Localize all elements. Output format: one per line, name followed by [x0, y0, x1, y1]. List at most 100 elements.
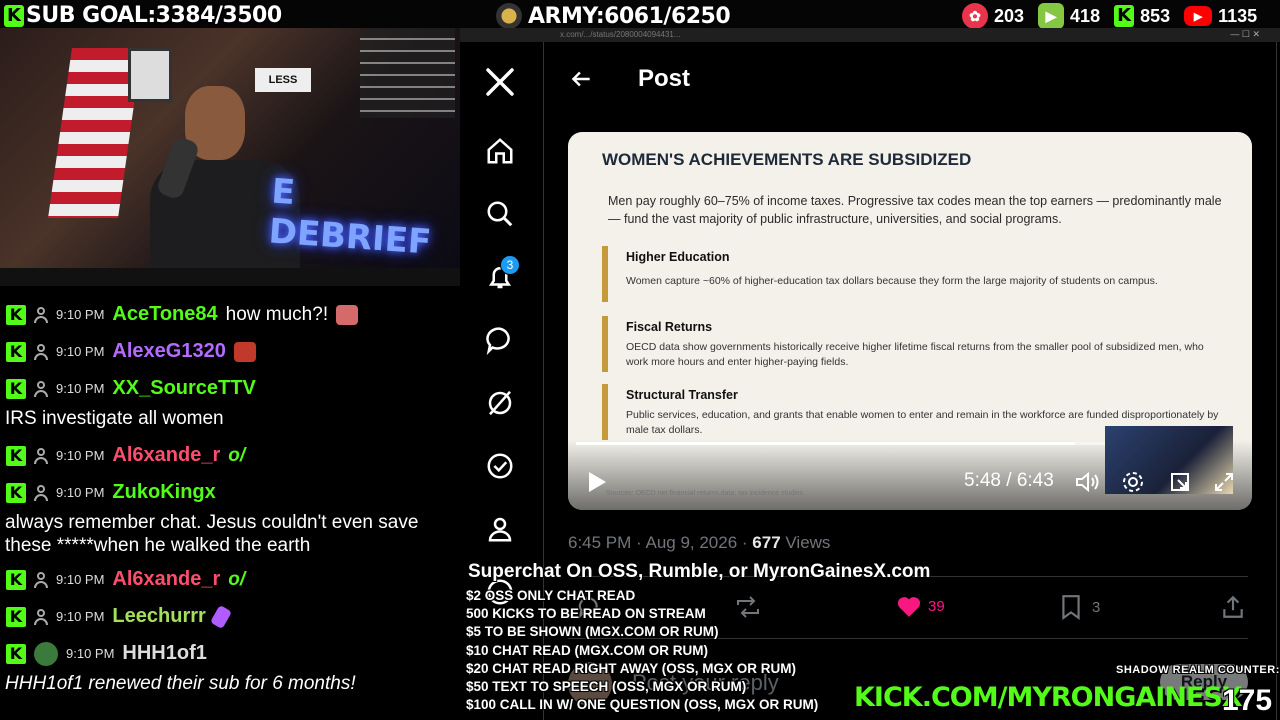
url-text: x.com/.../status/2080004094431...	[560, 30, 681, 39]
shadow-realm-counter: 175	[1222, 684, 1273, 717]
post-metadata: 6:45 PM · Aug 9, 2026 · 677 Views	[568, 533, 830, 553]
stat-value: 853	[1140, 5, 1171, 26]
shadow-realm-label: SHADOW REALM COUNTER:	[1116, 664, 1280, 676]
chat-username[interactable]: AlexeG1320	[112, 340, 225, 363]
chat-text: always remember chat. Jesus couldn't eve…	[5, 512, 419, 556]
chat-message: K 9:10 PM HHH1of1	[0, 635, 460, 672]
kick-icon: K	[6, 643, 26, 664]
view-count: 677	[752, 533, 781, 552]
chat-time: 9:10 PM	[56, 307, 105, 322]
section-heading: Higher Education	[626, 250, 730, 264]
notifications-icon[interactable]: 3	[480, 255, 520, 297]
bookmark-count: 3	[1092, 598, 1101, 616]
chat-panel: K 9:10 PM AceTone84 how much?! K 9:10 PM…	[0, 296, 460, 720]
back-arrow-icon[interactable]	[568, 66, 594, 97]
youtube-icon: ▶	[1184, 6, 1213, 26]
tier-line: 500 KICKS TO BE READ ON STREAM	[466, 606, 706, 622]
like-count: 39	[928, 597, 945, 615]
user-icon	[34, 447, 48, 464]
chat-username[interactable]: ZukoKingx	[112, 481, 215, 504]
webcam-feed: LESS E DEBRIEF	[0, 28, 460, 286]
emote-icon	[233, 341, 256, 362]
army-goal: ARMY:6061/6250	[496, 3, 731, 29]
share-icon[interactable]	[1220, 594, 1246, 625]
fullscreen-icon[interactable]	[1212, 470, 1236, 499]
thin-blue-line-flag	[360, 28, 455, 118]
user-icon	[34, 571, 48, 588]
section-heading: Structural Transfer	[626, 388, 738, 402]
stat-kick: K 853	[1114, 3, 1170, 29]
superchat-headline: Superchat On OSS, Rumble, or MyronGaines…	[468, 561, 931, 582]
chat-time: 9:10 PM	[56, 344, 105, 359]
kick-icon: K	[6, 482, 26, 503]
browser-url-bar[interactable]: x.com/.../status/2080004094431... — ☐ ✕	[460, 28, 1280, 42]
home-icon[interactable]	[480, 131, 520, 171]
chat-username[interactable]: Al6xande_r	[112, 568, 220, 591]
chat-message: K 9:10 PM Leechurrr	[0, 598, 460, 635]
notification-badge: 3	[500, 255, 520, 275]
section-heading: Fiscal Returns	[626, 320, 713, 334]
tier-line: $5 TO BE SHOWN (MGX.COM OR RUM)	[466, 624, 719, 640]
emote-icon	[209, 604, 232, 629]
tier-line: $2 OSS ONLY CHAT READ	[466, 588, 636, 603]
browser-controls-icon[interactable]: — ☐ ✕	[1230, 29, 1260, 40]
play-icon[interactable]	[586, 470, 608, 499]
chat-message: K 9:10 PM ZukoKingx	[0, 474, 460, 511]
chat-text: IRS investigate all women	[5, 408, 224, 429]
army-goal-text: ARMY:6061/6250	[528, 3, 731, 29]
emote-icon	[336, 304, 359, 325]
section-bar	[602, 316, 608, 372]
section-text: OECD data show governments historically …	[626, 341, 1204, 368]
like-button[interactable]: 39	[896, 594, 945, 618]
chat-username[interactable]: XX_SourceTTV	[112, 377, 255, 400]
kick-icon: K	[6, 606, 26, 627]
user-icon	[34, 343, 48, 360]
kick-icon: K	[6, 569, 26, 590]
chat-time: 9:10 PM	[56, 448, 105, 463]
avatar	[34, 641, 58, 666]
pip-icon[interactable]	[1168, 470, 1192, 499]
kick-icon: K	[4, 4, 24, 27]
chat-username[interactable]: Al6xande_r	[112, 444, 220, 467]
chat-time: 9:10 PM	[56, 572, 105, 587]
search-icon[interactable]	[480, 194, 520, 234]
messages-icon[interactable]	[480, 320, 520, 360]
sub-goal: K SUB GOAL:3384/3500	[4, 3, 282, 28]
chat-username[interactable]: HHH1of1	[122, 642, 206, 665]
grok-icon[interactable]	[480, 383, 520, 423]
sub-goal-text: SUB GOAL:3384/3500	[26, 3, 282, 28]
tier-line: $10 CHAT READ (MGX.COM OR RUM)	[466, 642, 709, 658]
stat-value: 418	[1070, 5, 1101, 26]
stat-rumble-chat: ✿ 203	[962, 3, 1024, 29]
profile-icon[interactable]	[480, 509, 520, 549]
video-time: 5:48 / 6:43	[964, 470, 1054, 491]
chat-time: 9:10 PM	[56, 381, 105, 396]
slide-source: Sources: OECD net financial returns data…	[606, 490, 804, 497]
volume-icon[interactable]	[1074, 470, 1100, 499]
debrief-neon-sign: E DEBRIEF	[267, 171, 433, 263]
chat-text: o/	[228, 444, 246, 466]
chat-time: 9:10 PM	[56, 485, 105, 500]
kick-icon: K	[6, 304, 26, 325]
bookmark-icon	[1062, 595, 1080, 620]
rumble-play-icon: ▶	[1038, 3, 1065, 29]
tier-line: $50 TEXT TO SPEECH (OSS, MGX OR RUM)	[466, 679, 747, 695]
chat-username[interactable]: AceTone84	[112, 303, 217, 326]
user-icon	[34, 484, 48, 501]
chat-message: K 9:10 PM XX_SourceTTV	[0, 370, 460, 407]
tier-line: $100 CALL IN W/ ONE QUESTION (OSS, MGX O…	[466, 697, 819, 713]
video-player[interactable]: WOMEN'S ACHIEVEMENTS ARE SUBSIDIZED Men …	[568, 132, 1252, 510]
x-logo-icon[interactable]	[480, 62, 520, 102]
stat-rumble: ▶ 418	[1038, 3, 1100, 29]
kick-icon: K	[1114, 5, 1135, 27]
chat-username[interactable]: Leechurrr	[112, 605, 205, 628]
video-progress-fill	[576, 442, 1075, 445]
video-progress-bar[interactable]	[576, 442, 1156, 445]
settings-gear-icon[interactable]	[1121, 470, 1145, 499]
section-bar	[602, 384, 608, 440]
kick-icon: K	[6, 341, 26, 362]
desk	[0, 268, 460, 286]
bookmark-button[interactable]: 3	[1060, 594, 1100, 620]
chat-time: 9:10 PM	[56, 609, 105, 624]
verified-icon[interactable]	[480, 446, 520, 486]
